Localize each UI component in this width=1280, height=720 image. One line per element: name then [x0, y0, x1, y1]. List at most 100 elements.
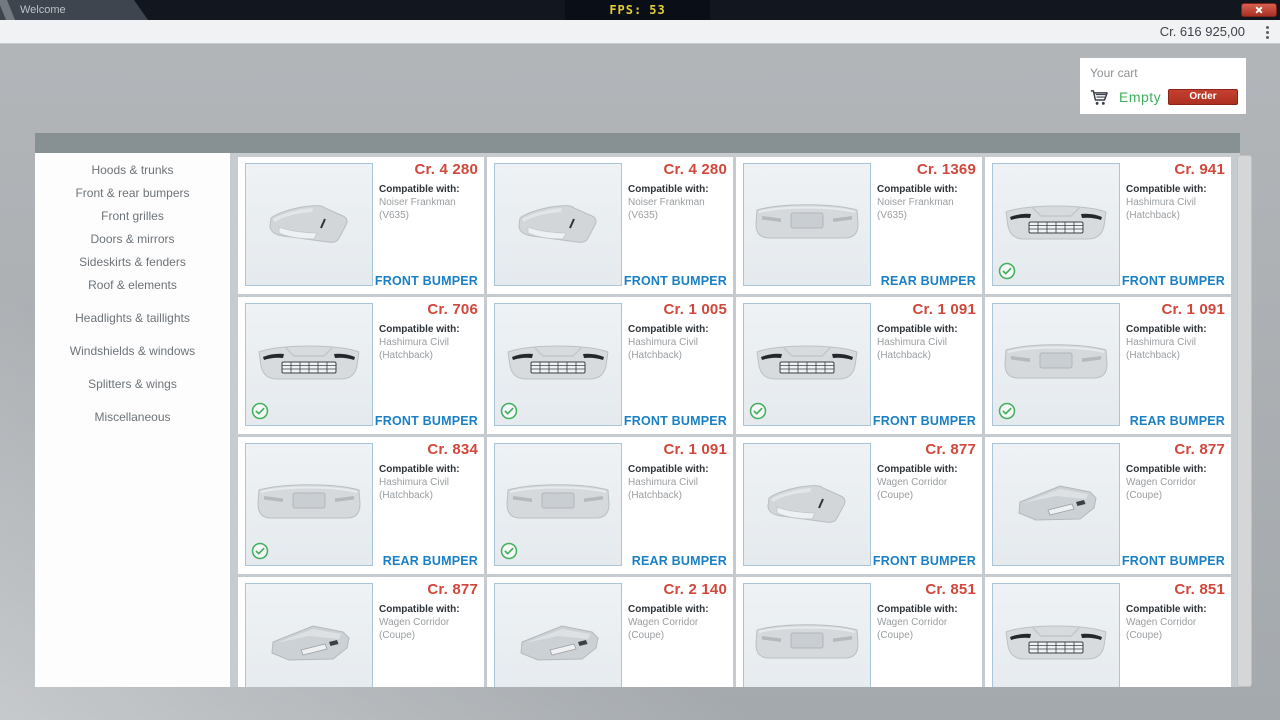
sidebar-item-label: Front grilles	[101, 209, 164, 223]
compatible-vehicle: Wagen Corridor (Coupe)	[628, 616, 727, 642]
category-sidebar: Hoods & trunks Front & rear bumpers Fron…	[35, 153, 230, 687]
kebab-menu-icon[interactable]	[1266, 24, 1270, 40]
owned-check-icon	[500, 542, 518, 560]
part-card[interactable]: Cr. 877 Compatible with: Wagen Corridor …	[238, 577, 484, 687]
part-thumbnail	[245, 443, 373, 566]
part-card[interactable]: Cr. 851 Compatible with: Wagen Corridor …	[985, 577, 1231, 687]
cart-panel: Your cart Empty Order	[1080, 58, 1246, 114]
sidebar-item-label: Roof & elements	[88, 278, 177, 292]
part-card[interactable]: Cr. 1 005 Compatible with: Hashimura Civ…	[487, 297, 733, 434]
compatible-label: Compatible with:	[379, 324, 478, 335]
tab-label: Welcome	[20, 4, 66, 16]
part-card[interactable]: Cr. 877 Compatible with: Wagen Corridor …	[985, 437, 1231, 574]
part-card[interactable]: Cr. 1 091 Compatible with: Hashimura Civ…	[985, 297, 1231, 434]
sidebar-category-item[interactable]: Sideskirts & fenders	[35, 251, 230, 274]
part-price: Cr. 4 280	[628, 161, 727, 178]
compatible-vehicle: Wagen Corridor (Coupe)	[1126, 616, 1225, 642]
part-card[interactable]: Cr. 1 091 Compatible with: Hashimura Civ…	[736, 297, 982, 434]
sidebar-category-item[interactable]: Miscellaneous	[35, 406, 230, 429]
panel-header-band	[35, 133, 1240, 153]
bumper-image	[996, 332, 1116, 396]
part-card[interactable]: Cr. 851 Compatible with: Wagen Corridor …	[736, 577, 982, 687]
parts-grid: Cr. 4 280 Compatible with: Noiser Frankm…	[230, 153, 1240, 687]
part-type-label: FRONT BUMPER	[624, 274, 727, 288]
close-button[interactable]	[1241, 3, 1277, 17]
part-price: Cr. 706	[379, 301, 478, 318]
tab-welcome[interactable]: Welcome	[0, 0, 148, 20]
shop-panel: Hoods & trunks Front & rear bumpers Fron…	[35, 133, 1240, 687]
sidebar-category-item[interactable]: Doors & mirrors	[35, 228, 230, 251]
part-price: Cr. 1 091	[877, 301, 976, 318]
owned-check-icon	[500, 402, 518, 420]
close-icon	[1255, 6, 1263, 14]
part-type-label: REAR BUMPER	[632, 554, 727, 568]
sidebar-category-item[interactable]: Splitters & wings	[35, 373, 230, 396]
compatible-label: Compatible with:	[1126, 604, 1225, 615]
order-button[interactable]: Order	[1168, 89, 1238, 105]
part-card[interactable]: Cr. 1369 Compatible with: Noiser Frankma…	[736, 157, 982, 294]
part-card[interactable]: Cr. 4 280 Compatible with: Noiser Frankm…	[487, 157, 733, 294]
part-thumbnail	[743, 163, 871, 286]
bumper-image	[498, 192, 618, 256]
part-card[interactable]: Cr. 834 Compatible with: Hashimura Civil…	[238, 437, 484, 574]
owned-check-icon	[998, 402, 1016, 420]
part-type-label: FRONT BUMPER	[1122, 554, 1225, 568]
compatible-label: Compatible with:	[1126, 184, 1225, 195]
part-type-label: REAR BUMPER	[1130, 414, 1225, 428]
bumper-image	[996, 472, 1116, 536]
part-card[interactable]: Cr. 1 091 Compatible with: Hashimura Civ…	[487, 437, 733, 574]
part-card[interactable]: Cr. 877 Compatible with: Wagen Corridor …	[736, 437, 982, 574]
part-card[interactable]: Cr. 941 Compatible with: Hashimura Civil…	[985, 157, 1231, 294]
compatible-label: Compatible with:	[379, 184, 478, 195]
compatible-label: Compatible with:	[628, 464, 727, 475]
sidebar-item-label: Headlights & taillights	[75, 311, 190, 325]
owned-check-icon	[251, 402, 269, 420]
bumper-image	[249, 612, 369, 676]
part-thumbnail	[494, 443, 622, 566]
part-type-label: FRONT BUMPER	[873, 414, 976, 428]
part-thumbnail	[743, 443, 871, 566]
part-type-label: FRONT BUMPER	[873, 554, 976, 568]
part-type-label: FRONT BUMPER	[1122, 274, 1225, 288]
sidebar-item-label: Sideskirts & fenders	[79, 255, 186, 269]
sidebar-category-item[interactable]: Front & rear bumpers	[35, 182, 230, 205]
vertical-scrollbar[interactable]	[1237, 155, 1252, 687]
sidebar-item-label: Splitters & wings	[88, 377, 177, 391]
compatible-vehicle: Hashimura Civil (Hatchback)	[1126, 196, 1225, 222]
part-thumbnail	[245, 163, 373, 286]
compatible-vehicle: Noiser Frankman (V635)	[628, 196, 727, 222]
part-type-label: REAR BUMPER	[881, 274, 976, 288]
credit-balance: Cr. 616 925,00	[1160, 24, 1245, 39]
cart-status: Empty	[1119, 89, 1161, 105]
sidebar-item-label: Front & rear bumpers	[75, 186, 189, 200]
compatible-vehicle: Wagen Corridor (Coupe)	[877, 476, 976, 502]
compatible-vehicle: Noiser Frankman (V635)	[379, 196, 478, 222]
compatible-label: Compatible with:	[877, 604, 976, 615]
part-price: Cr. 4 280	[379, 161, 478, 178]
bumper-image	[249, 332, 369, 396]
part-price: Cr. 877	[1126, 441, 1225, 458]
compatible-label: Compatible with:	[877, 464, 976, 475]
sidebar-category-item[interactable]: Headlights & taillights	[35, 307, 230, 330]
part-price: Cr. 1 005	[628, 301, 727, 318]
sidebar-category-item[interactable]: Roof & elements	[35, 274, 230, 297]
part-thumbnail	[743, 303, 871, 426]
part-price: Cr. 877	[877, 441, 976, 458]
balance-bar: Cr. 616 925,00	[0, 20, 1280, 44]
bumper-image	[996, 612, 1116, 676]
part-card[interactable]: Cr. 2 140 Compatible with: Wagen Corrido…	[487, 577, 733, 687]
compatible-vehicle: Wagen Corridor (Coupe)	[1126, 476, 1225, 502]
sidebar-item-label: Doors & mirrors	[90, 232, 174, 246]
compatible-vehicle: Noiser Frankman (V635)	[877, 196, 976, 222]
part-price: Cr. 2 140	[628, 581, 727, 598]
sidebar-category-item[interactable]: Front grilles	[35, 205, 230, 228]
compatible-vehicle: Hashimura Civil (Hatchback)	[379, 336, 478, 362]
part-card[interactable]: Cr. 706 Compatible with: Hashimura Civil…	[238, 297, 484, 434]
part-card[interactable]: Cr. 4 280 Compatible with: Noiser Frankm…	[238, 157, 484, 294]
sidebar-category-item[interactable]: Windshields & windows	[35, 340, 230, 363]
part-price: Cr. 877	[379, 581, 478, 598]
compatible-label: Compatible with:	[379, 604, 478, 615]
compatible-vehicle: Hashimura Civil (Hatchback)	[628, 476, 727, 502]
sidebar-category-item[interactable]: Hoods & trunks	[35, 159, 230, 182]
compatible-label: Compatible with:	[877, 184, 976, 195]
